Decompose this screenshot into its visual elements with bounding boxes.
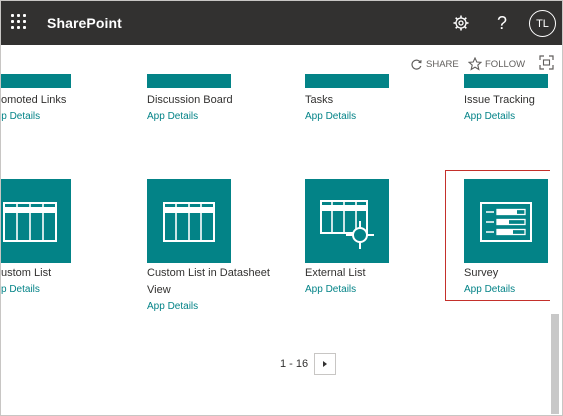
share-button[interactable]: SHARE	[410, 56, 459, 72]
settings-gear-icon[interactable]	[450, 12, 472, 34]
follow-label: FOLLOW	[485, 58, 526, 70]
app-title[interactable]: Issue Tracking	[464, 92, 535, 108]
datasheet-list-tile-icon[interactable]	[147, 179, 231, 263]
user-avatar[interactable]: TL	[529, 10, 556, 37]
app-details-link[interactable]: App Details	[147, 111, 198, 122]
sharepoint-window: SharePoint ? TL SHARE FOLLOW omoted Link…	[0, 0, 563, 416]
survey-selection-highlight	[445, 170, 557, 301]
app-tile-icon[interactable]	[305, 74, 389, 88]
follow-button[interactable]: FOLLOW	[468, 56, 525, 72]
app-launcher-icon[interactable]	[9, 12, 29, 32]
app-tile-icon[interactable]	[464, 74, 548, 88]
app-title[interactable]: Custom List in Datasheet View	[147, 265, 277, 299]
focus-mode-icon[interactable]	[539, 55, 554, 70]
brand-title[interactable]: SharePoint	[47, 15, 122, 31]
app-details-link[interactable]: p Details	[1, 284, 40, 295]
chevron-right-icon	[323, 361, 327, 367]
app-title[interactable]: omoted Links	[1, 92, 66, 108]
app-tile-icon[interactable]	[1, 74, 71, 88]
suite-bar: SharePoint ? TL	[1, 1, 562, 45]
app-title[interactable]: ustom List	[1, 265, 51, 281]
external-list-tile-icon[interactable]	[305, 179, 389, 263]
star-icon	[468, 57, 482, 71]
app-title[interactable]: External List	[305, 265, 366, 281]
help-icon[interactable]: ?	[491, 12, 513, 34]
custom-list-tile-icon[interactable]	[1, 179, 71, 263]
share-icon	[411, 59, 422, 70]
app-title[interactable]: Tasks	[305, 92, 333, 108]
share-label: SHARE	[426, 58, 459, 70]
app-details-link[interactable]: App Details	[464, 111, 515, 122]
app-details-link[interactable]: App Details	[1, 111, 40, 122]
next-page-button[interactable]	[314, 353, 336, 375]
app-details-link[interactable]: App Details	[305, 111, 356, 122]
scrollbar-thumb[interactable]	[551, 314, 559, 414]
app-tile-icon[interactable]	[147, 74, 231, 88]
app-details-link[interactable]: App Details	[147, 301, 198, 312]
app-details-link[interactable]: App Details	[305, 284, 356, 295]
app-title[interactable]: Discussion Board	[147, 92, 233, 108]
pager-range: 1 - 16	[280, 358, 309, 370]
